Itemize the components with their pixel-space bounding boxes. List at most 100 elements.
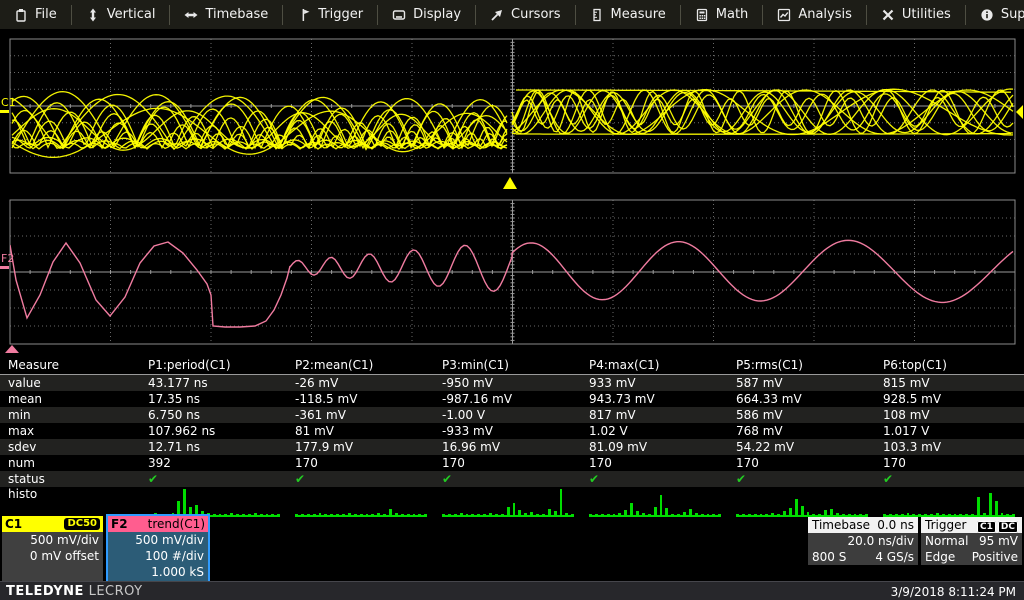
menu-item-trigger[interactable]: Trigger: [283, 5, 378, 25]
histogram-sparkline: [442, 487, 574, 517]
row-label: value: [0, 375, 140, 391]
measure-value: -118.5 mV: [287, 391, 434, 407]
calculator-icon: [695, 8, 709, 22]
timebase-panel[interactable]: Timebase 0.0 ns 20.0 ns/div 800 S 4 GS/s: [808, 517, 918, 565]
measure-value: 43.177 ns: [140, 375, 287, 391]
measure-value: 1.02 V: [581, 423, 728, 439]
menu-item-utilities[interactable]: Utilities: [867, 5, 966, 25]
measure-row-min: min6.750 ns-361 mV-1.00 V817 mV586 mV108…: [0, 407, 1024, 423]
menu-item-timebase[interactable]: Timebase: [170, 5, 283, 25]
measure-value: -1.00 V: [434, 407, 581, 423]
measure-value: 177.9 mV: [287, 439, 434, 455]
f2-zero-marker[interactable]: [0, 266, 9, 269]
measure-value: 81 mV: [287, 423, 434, 439]
cursor-arrow-icon: [490, 8, 504, 22]
measure-row-sdev: sdev12.71 ns177.9 mV16.96 mV81.09 mV54.2…: [0, 439, 1024, 455]
c1-zero-marker[interactable]: [0, 110, 9, 113]
measure-value: -26 mV: [287, 375, 434, 391]
param-header-p6[interactable]: P6:top(C1): [875, 357, 1022, 374]
measure-value: 6.750 ns: [140, 407, 287, 423]
measure-value: 768 mV: [728, 423, 875, 439]
menu-item-math[interactable]: Math: [681, 5, 764, 25]
measure-value: 170: [434, 455, 581, 471]
measure-value: 587 mV: [728, 375, 875, 391]
trace-f2-label: F2: [111, 516, 128, 532]
c1-trace-label: C1: [1, 96, 16, 109]
f2-volts-per-div: 500 mV/div: [108, 532, 204, 548]
histogram-sparkline: [295, 487, 427, 517]
measure-value: 170: [875, 455, 1022, 471]
measure-value: -950 mV: [434, 375, 581, 391]
measure-row-num: num392170170170170170: [0, 455, 1024, 471]
timebase-delay: 0.0 ns: [877, 517, 914, 533]
status-check-icon: ✔: [581, 471, 728, 487]
tools-icon: [881, 8, 895, 22]
trace-descriptor-f2[interactable]: F2 trend(C1) 500 mV/div 100 #/div 1.000 …: [106, 514, 210, 586]
trigger-title: Trigger: [925, 517, 966, 533]
measure-value: 933 mV: [581, 375, 728, 391]
timebase-samplerate: 4 GS/s: [875, 549, 914, 565]
status-check-icon: ✔: [434, 471, 581, 487]
channel-descriptor-c1[interactable]: C1 DC50 500 mV/div 0 mV offset: [2, 516, 103, 581]
param-header-p2[interactable]: P2:mean(C1): [287, 357, 434, 374]
measure-row-status: status✔✔✔✔✔✔: [0, 471, 1024, 487]
param-header-p5[interactable]: P5:rms(C1): [728, 357, 875, 374]
teledyne-lecroy-logo: TELEDYNE LECROY: [0, 584, 143, 599]
measure-value: 392: [140, 455, 287, 471]
menu-item-measure[interactable]: Measure: [576, 5, 681, 25]
menu-item-cursors[interactable]: Cursors: [476, 5, 576, 25]
f2-trace-label: F2: [1, 252, 14, 265]
menu-item-analysis[interactable]: Analysis: [763, 5, 867, 25]
measure-value: 170: [728, 455, 875, 471]
status-check-icon: ✔: [728, 471, 875, 487]
trigger-source-badges: C1DC: [975, 517, 1018, 533]
measure-value: 170: [581, 455, 728, 471]
row-label: histo: [0, 487, 140, 501]
trigger-badge-c1: C1: [977, 521, 996, 533]
monitor-icon: [392, 8, 406, 22]
status-check-icon: ✔: [875, 471, 1022, 487]
timebase-scale: 20.0 ns/div: [848, 533, 915, 549]
histogram-sparkline: [589, 487, 721, 517]
status-check-icon: ✔: [140, 471, 287, 487]
trace-f2-function: trend(C1): [148, 516, 205, 532]
measure-value: 815 mV: [875, 375, 1022, 391]
measure-row-max: max107.962 ns81 mV-933 mV1.02 V768 mV1.0…: [0, 423, 1024, 439]
menu-item-support[interactable]: Support: [966, 5, 1024, 25]
measure-value: 928.5 mV: [875, 391, 1022, 407]
param-header-p3[interactable]: P3:min(C1): [434, 357, 581, 374]
row-label: max: [0, 423, 140, 439]
param-header-p4[interactable]: P4:max(C1): [581, 357, 728, 374]
trigger-slope: Positive: [972, 549, 1018, 565]
measure-value: -987.16 mV: [434, 391, 581, 407]
f2-units-per-div: 100 #/div: [108, 548, 204, 564]
trigger-level: 95 mV: [979, 533, 1018, 549]
menu-item-vertical[interactable]: Vertical: [72, 5, 171, 25]
measure-value: 107.962 ns: [140, 423, 287, 439]
histogram-sparkline: [148, 487, 280, 517]
row-label: num: [0, 455, 140, 471]
flag-icon: [297, 8, 311, 22]
status-bar: TELEDYNE LECROY 3/9/2018 8:11:24 PM: [0, 581, 1024, 600]
menu-item-display[interactable]: Display: [378, 5, 476, 25]
measure-value: 817 mV: [581, 407, 728, 423]
status-check-icon: ✔: [287, 471, 434, 487]
clipboard-icon: [14, 8, 28, 22]
measure-value: 170: [287, 455, 434, 471]
measure-value: 12.71 ns: [140, 439, 287, 455]
row-label: mean: [0, 391, 140, 407]
param-header-p1[interactable]: P1:period(C1): [140, 357, 287, 374]
measure-value: 103.3 mV: [875, 439, 1022, 455]
f2-samples: 1.000 kS: [108, 564, 204, 580]
measure-value: 1.017 V: [875, 423, 1022, 439]
measure-value: 664.33 mV: [728, 391, 875, 407]
measure-value: 586 mV: [728, 407, 875, 423]
waveform-display-area[interactable]: C1 F2: [0, 0, 1024, 356]
trigger-badge-dc: DC: [998, 521, 1018, 533]
c1-offset: 0 mV offset: [2, 548, 99, 564]
menu-item-file[interactable]: File: [0, 5, 72, 25]
trigger-panel[interactable]: Trigger C1DC Normal 95 mV Edge Positive: [921, 517, 1022, 565]
measure-value: 54.22 mV: [728, 439, 875, 455]
arrows-vertical-icon: [86, 8, 100, 22]
histogram-sparkline: [736, 487, 868, 517]
